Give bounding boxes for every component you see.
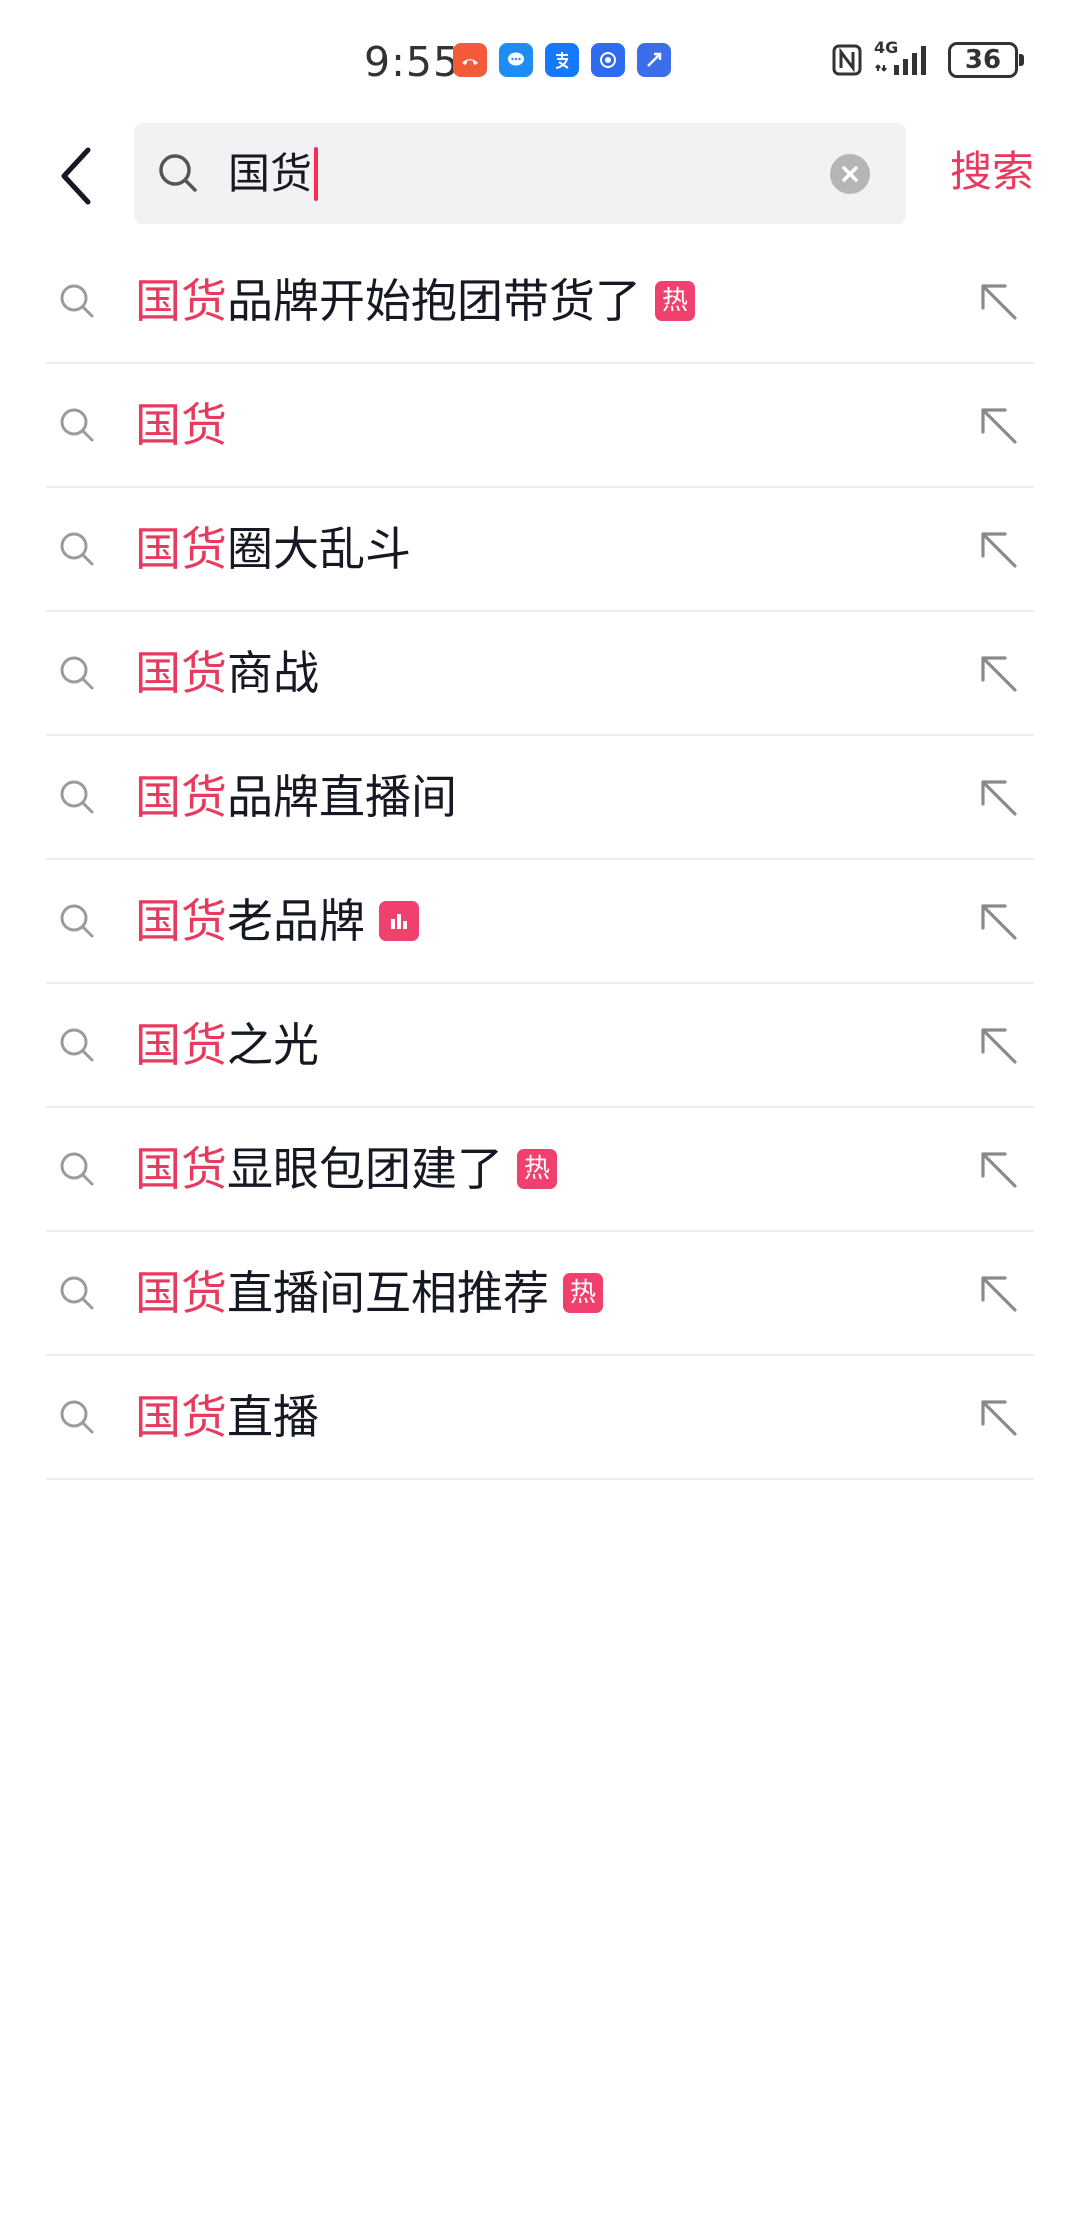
search-input[interactable]: 国货 — [228, 145, 319, 203]
suggestion-match: 国货 — [135, 1142, 227, 1196]
suggestion-text: 国货 直播间互相推荐热 — [135, 1262, 603, 1324]
suggestion-item[interactable]: 国货 品牌直播间 — [0, 736, 1080, 860]
missed-call-icon — [453, 43, 487, 77]
search-icon — [60, 1400, 94, 1434]
suggestion-item[interactable]: 国货 — [0, 364, 1080, 488]
suggestion-rest: 品牌直播间 — [227, 770, 457, 824]
signal-icon — [875, 46, 926, 75]
suggestion-match: 国货 — [135, 1266, 227, 1320]
status-right: 4G 36 — [832, 39, 1024, 78]
battery-indicator: 36 — [948, 42, 1024, 78]
search-icon — [60, 284, 94, 318]
suggestion-rest: 之光 — [227, 1018, 319, 1072]
fill-query-arrow-icon[interactable] — [975, 1146, 1021, 1192]
search-icon — [60, 532, 94, 566]
suggestion-text: 国货 品牌开始抱团带货了热 — [135, 270, 695, 332]
app-icon — [637, 43, 671, 77]
search-icon — [60, 780, 94, 814]
suggestion-text: 国货 之光 — [135, 1014, 319, 1076]
suggestion-item[interactable]: 国货 显眼包团建了热 — [0, 1108, 1080, 1232]
search-icon — [159, 154, 197, 192]
status-time: 9:55 — [364, 38, 461, 86]
suggestion-rest: 老品牌 — [227, 894, 365, 948]
fill-query-arrow-icon[interactable] — [975, 1394, 1021, 1440]
close-icon — [842, 166, 858, 182]
clear-button[interactable] — [830, 154, 870, 194]
hot-badge: 热 — [563, 1273, 603, 1313]
suggestion-match: 国货 — [135, 398, 227, 452]
message-icon — [499, 43, 533, 77]
alipay-icon — [545, 43, 579, 77]
fill-query-arrow-icon[interactable] — [975, 526, 1021, 572]
chevron-left-icon — [61, 147, 91, 205]
suggestion-list: 国货 品牌开始抱团带货了热国货 国货 圈大乱斗 国货 商战 国货 品牌直播间 国货 老品牌 国货 之光… — [0, 240, 1080, 1480]
suggestion-item[interactable]: 国货 老品牌 — [0, 860, 1080, 984]
fill-query-arrow-icon[interactable] — [975, 278, 1021, 324]
suggestion-rest: 品牌开始抱团带货了 — [227, 274, 641, 328]
hot-badge: 热 — [655, 281, 695, 321]
suggestion-match: 国货 — [135, 522, 227, 576]
suggestion-text: 国货 老品牌 — [135, 890, 419, 952]
cellular-signal: 4G — [874, 39, 936, 77]
suggestion-rest: 圈大乱斗 — [227, 522, 411, 576]
suggestion-text: 国货 圈大乱斗 — [135, 518, 411, 580]
fill-query-arrow-icon[interactable] — [975, 774, 1021, 820]
search-icon — [60, 1028, 94, 1062]
suggestion-item[interactable]: 国货 商战 — [0, 612, 1080, 736]
suggestion-rest: 商战 — [227, 646, 319, 700]
hot-badge: 热 — [517, 1149, 557, 1189]
suggestion-text: 国货 品牌直播间 — [135, 766, 457, 828]
divider — [46, 1478, 1034, 1480]
search-icon — [60, 656, 94, 690]
fill-query-arrow-icon[interactable] — [975, 402, 1021, 448]
search-button[interactable]: 搜索 — [950, 143, 1034, 201]
fill-query-arrow-icon[interactable] — [975, 650, 1021, 696]
search-icon — [60, 1152, 94, 1186]
search-box[interactable]: 国货 — [134, 123, 906, 224]
search-icon — [60, 408, 94, 442]
suggestion-match: 国货 — [135, 894, 227, 948]
search-query: 国货 — [228, 149, 313, 198]
suggestion-text: 国货 — [135, 394, 227, 456]
suggestion-item[interactable]: 国货 直播间互相推荐热 — [0, 1232, 1080, 1356]
search-icon — [60, 904, 94, 938]
suggestion-item[interactable]: 国货 直播 — [0, 1356, 1080, 1480]
suggestion-text: 国货 显眼包团建了热 — [135, 1138, 557, 1200]
suggestion-rest: 显眼包团建了 — [227, 1142, 503, 1196]
suggestion-rest: 直播间互相推荐 — [227, 1266, 549, 1320]
suggestion-rest: 直播 — [227, 1390, 319, 1444]
status-bar: 9:55 4G 36 — [0, 0, 1080, 120]
suggestion-item[interactable]: 国货 之光 — [0, 984, 1080, 1108]
text-caret — [314, 147, 319, 201]
back-button[interactable] — [46, 140, 106, 212]
suggestion-item[interactable]: 国货 品牌开始抱团带货了热 — [0, 240, 1080, 364]
trending-chart-icon — [379, 901, 419, 941]
suggestion-text: 国货 直播 — [135, 1386, 319, 1448]
suggestion-text: 国货 商战 — [135, 642, 319, 704]
suggestion-match: 国货 — [135, 1018, 227, 1072]
app-icon — [591, 43, 625, 77]
notification-icons — [453, 43, 671, 77]
fill-query-arrow-icon[interactable] — [975, 898, 1021, 944]
suggestion-match: 国货 — [135, 1390, 227, 1444]
fill-query-arrow-icon[interactable] — [975, 1022, 1021, 1068]
suggestion-match: 国货 — [135, 770, 227, 824]
nfc-icon — [832, 44, 862, 76]
fill-query-arrow-icon[interactable] — [975, 1270, 1021, 1316]
suggestion-match: 国货 — [135, 274, 227, 328]
suggestion-item[interactable]: 国货 圈大乱斗 — [0, 488, 1080, 612]
search-icon — [60, 1276, 94, 1310]
suggestion-match: 国货 — [135, 646, 227, 700]
